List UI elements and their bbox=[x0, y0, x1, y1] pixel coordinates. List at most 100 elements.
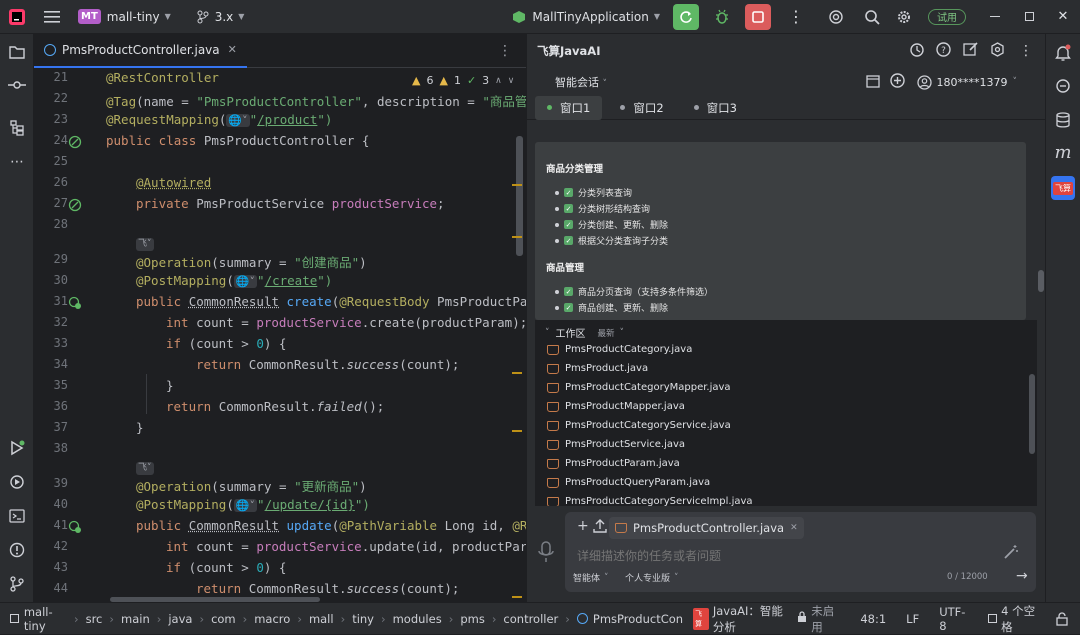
problems-icon[interactable] bbox=[7, 540, 27, 560]
model-selector[interactable]: 个人专业版 ˅ bbox=[625, 571, 679, 585]
globe-icon[interactable]: 🌐˅ bbox=[233, 499, 258, 512]
chevron-up-icon[interactable]: ∧ bbox=[495, 76, 502, 86]
breadcrumb-project[interactable]: mall-tiny bbox=[0, 605, 72, 633]
workspace-filter[interactable]: 最新 bbox=[598, 327, 615, 339]
new-window-icon[interactable] bbox=[865, 73, 880, 92]
breadcrumb-item[interactable]: controller bbox=[498, 612, 563, 626]
more-tools-icon[interactable]: ⋯ bbox=[7, 152, 27, 172]
endpoint-gutter-icon[interactable] bbox=[68, 519, 82, 538]
breadcrumb-item[interactable]: src bbox=[81, 612, 108, 626]
tab-window-3[interactable]: 窗口3 bbox=[682, 96, 749, 120]
workspace-header[interactable]: ˅ 工作区 最新 ˅ bbox=[545, 325, 624, 341]
chevron-down-icon[interactable]: ∨ bbox=[508, 76, 515, 86]
breadcrumb-item[interactable]: macro bbox=[249, 612, 295, 626]
tab-pmsproductcontroller[interactable]: PmsProductController.java ✕ bbox=[34, 34, 247, 68]
database-icon[interactable] bbox=[1053, 110, 1073, 130]
indent-setting[interactable]: 4 个空格 bbox=[978, 603, 1050, 635]
user-account[interactable]: 180****1379 ˅ bbox=[916, 74, 1017, 90]
trial-badge[interactable]: 试用 bbox=[928, 8, 966, 25]
maven-icon[interactable]: m bbox=[1053, 142, 1073, 163]
main-menu-icon[interactable] bbox=[34, 0, 70, 34]
spring-bean-gutter-icon[interactable] bbox=[68, 197, 82, 216]
endpoint-gutter-icon[interactable] bbox=[68, 295, 82, 314]
javaai-status[interactable]: 飞算 JavaAI：智能分析 未启用 bbox=[688, 603, 850, 635]
javaai-plugin-button[interactable]: 飞算 bbox=[1051, 176, 1075, 200]
minimize-button[interactable] bbox=[978, 0, 1012, 34]
maximize-button[interactable] bbox=[1012, 0, 1046, 34]
breadcrumb-class[interactable]: PmsProductCon bbox=[572, 612, 688, 626]
services-icon[interactable] bbox=[7, 472, 27, 492]
breadcrumb-item[interactable]: tiny bbox=[347, 612, 379, 626]
chat-scrollbar[interactable] bbox=[1038, 270, 1044, 292]
breadcrumb-item[interactable]: main bbox=[116, 612, 155, 626]
workspace-file[interactable]: PmsProductService.java bbox=[547, 439, 685, 450]
add-context-icon[interactable]: + bbox=[577, 518, 589, 534]
chat-input[interactable] bbox=[577, 546, 977, 566]
url-link[interactable]: /create bbox=[265, 273, 318, 288]
magic-wand-icon[interactable] bbox=[1003, 544, 1019, 564]
workspace-scrollbar[interactable] bbox=[1029, 374, 1035, 454]
project-selector[interactable]: MT mall-tiny ▼ bbox=[70, 0, 179, 34]
line-separator[interactable]: LF bbox=[896, 612, 929, 626]
globe-icon[interactable]: 🌐˅ bbox=[233, 275, 258, 288]
search-icon[interactable] bbox=[856, 0, 888, 34]
remove-attachment-icon[interactable]: ✕ bbox=[790, 523, 798, 533]
help-icon[interactable]: ? bbox=[936, 41, 951, 61]
branch-selector[interactable]: 3.x ▼ bbox=[189, 0, 253, 34]
debug-button[interactable] bbox=[709, 4, 735, 30]
history-icon[interactable] bbox=[909, 42, 924, 61]
project-folder-icon[interactable] bbox=[7, 42, 27, 62]
send-icon[interactable]: → bbox=[1016, 568, 1028, 584]
notifications-bell-icon[interactable] bbox=[1053, 42, 1073, 62]
upload-icon[interactable] bbox=[593, 518, 607, 537]
agent-mode-selector[interactable]: 智能体 ˅ bbox=[573, 571, 609, 585]
file-encoding[interactable]: UTF-8 bbox=[929, 605, 978, 633]
stop-button[interactable] bbox=[745, 3, 771, 30]
more-actions-icon[interactable]: ⋮ bbox=[776, 0, 816, 34]
breadcrumb-item[interactable]: mall bbox=[304, 612, 339, 626]
workspace-file[interactable]: PmsProductCategoryService.java bbox=[547, 420, 731, 431]
rerun-button[interactable] bbox=[673, 3, 699, 30]
new-chat-icon[interactable] bbox=[889, 72, 905, 92]
ai-inlay-icon[interactable]: 飞˅ bbox=[136, 238, 154, 251]
chat-mode-selector[interactable]: 智能会话 ˅ bbox=[555, 74, 607, 90]
editor-scrollbar[interactable] bbox=[516, 136, 523, 256]
attached-file-chip[interactable]: PmsProductController.java ✕ bbox=[609, 517, 804, 539]
close-tab-icon[interactable]: ✕ bbox=[228, 43, 237, 56]
workspace-file[interactable]: PmsProductCategoryMapper.java bbox=[547, 382, 731, 393]
settings-gear-icon[interactable] bbox=[888, 0, 920, 34]
commit-icon[interactable] bbox=[7, 75, 27, 95]
run-tool-icon[interactable] bbox=[7, 438, 27, 458]
globe-icon[interactable]: 🌐˅ bbox=[226, 114, 250, 127]
cursor-position[interactable]: 48:1 bbox=[850, 612, 896, 626]
breadcrumb-item[interactable]: java bbox=[163, 612, 197, 626]
git-icon[interactable] bbox=[7, 574, 27, 594]
tab-window-2[interactable]: 窗口2 bbox=[608, 96, 675, 120]
breadcrumb-item[interactable]: modules bbox=[388, 612, 447, 626]
workspace-file[interactable]: PmsProductCategory.java bbox=[547, 344, 692, 355]
edit-icon[interactable] bbox=[963, 41, 978, 61]
ai-assistant-icon[interactable] bbox=[816, 0, 856, 34]
tab-window-1[interactable]: 窗口1 bbox=[535, 95, 603, 120]
breadcrumb-item[interactable]: com bbox=[206, 612, 241, 626]
breadcrumb-item[interactable]: pms bbox=[455, 612, 490, 626]
app-logo-icon[interactable] bbox=[0, 0, 34, 34]
tab-options-icon[interactable]: ⋮ bbox=[498, 43, 512, 59]
spring-bean-gutter-icon[interactable] bbox=[68, 134, 82, 153]
ai-chat-icon[interactable] bbox=[1053, 76, 1073, 96]
more-options-icon[interactable]: ⋮ bbox=[1019, 43, 1033, 59]
run-config-selector[interactable]: MallTinyApplication ▼ bbox=[504, 0, 668, 34]
workspace-file[interactable]: PmsProductQueryParam.java bbox=[547, 477, 710, 488]
url-link[interactable]: /product bbox=[257, 112, 317, 127]
workspace-file[interactable]: PmsProductParam.java bbox=[547, 458, 680, 469]
terminal-icon[interactable] bbox=[7, 506, 27, 526]
url-link[interactable]: /update/{id} bbox=[265, 497, 355, 512]
workspace-file[interactable]: PmsProductCategoryServiceImpl.java bbox=[547, 496, 753, 506]
close-window-button[interactable]: ✕ bbox=[1046, 0, 1080, 34]
inspection-widget[interactable]: ▲ 6 ▲ 1 ✓ 3 ∧ ∨ bbox=[412, 74, 514, 87]
readonly-toggle-icon[interactable] bbox=[1050, 611, 1080, 626]
workspace-file[interactable]: PmsProductMapper.java bbox=[547, 401, 685, 412]
structure-icon[interactable] bbox=[7, 118, 27, 138]
ai-inlay-icon[interactable]: 飞˅ bbox=[136, 462, 154, 475]
microphone-icon[interactable] bbox=[537, 540, 555, 568]
